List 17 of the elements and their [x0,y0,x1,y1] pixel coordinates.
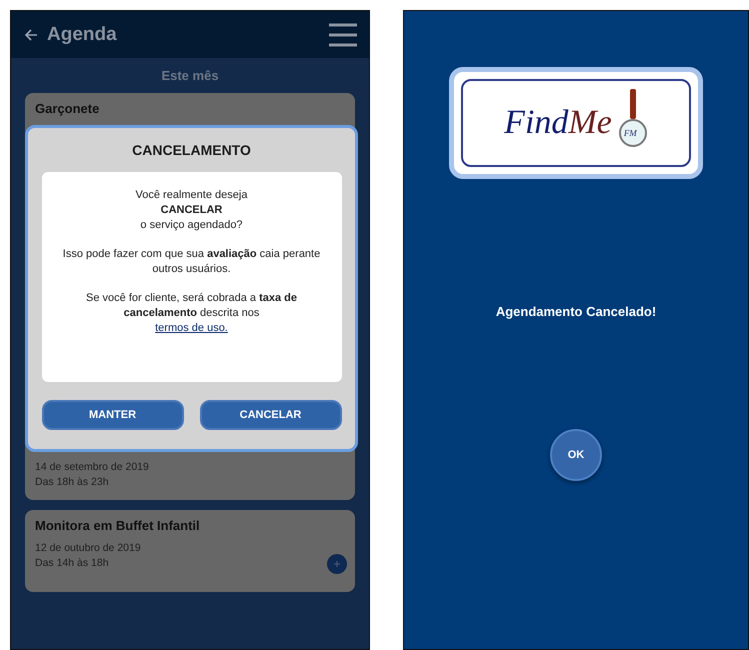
fee-notice-text: Se você for cliente, será cobrada a taxa de cancelamento descrita nos [85,291,298,321]
dialog-text: o serviço agendado? [140,218,243,233]
card-title: Monitora em Buffet Infantil [35,518,200,533]
card-time: Das 14h às 18h [35,557,109,569]
screen-title: Agenda [47,24,118,46]
card-date: 14 de setembro de 2019 [35,461,149,473]
confirmation-message: Agendamento Cancelado! [496,304,656,319]
logo-text: FindMe [504,104,612,142]
logo-badge-text: FM [624,128,637,138]
dialog-text: CANCELAR [160,203,222,218]
card-date: 12 de outubro de 2019 [35,542,141,554]
dialog-title: CANCELAMENTO [132,142,251,158]
dialog-text: Você realmente deseja [136,188,248,203]
warning-text: Isso pode fazer com que sua avaliação caia perante outros usuários. [62,247,322,277]
card-title: Garçonete [35,101,100,116]
card-time: Das 18h às 23h [35,476,109,488]
section-title: Este mês [160,68,220,83]
